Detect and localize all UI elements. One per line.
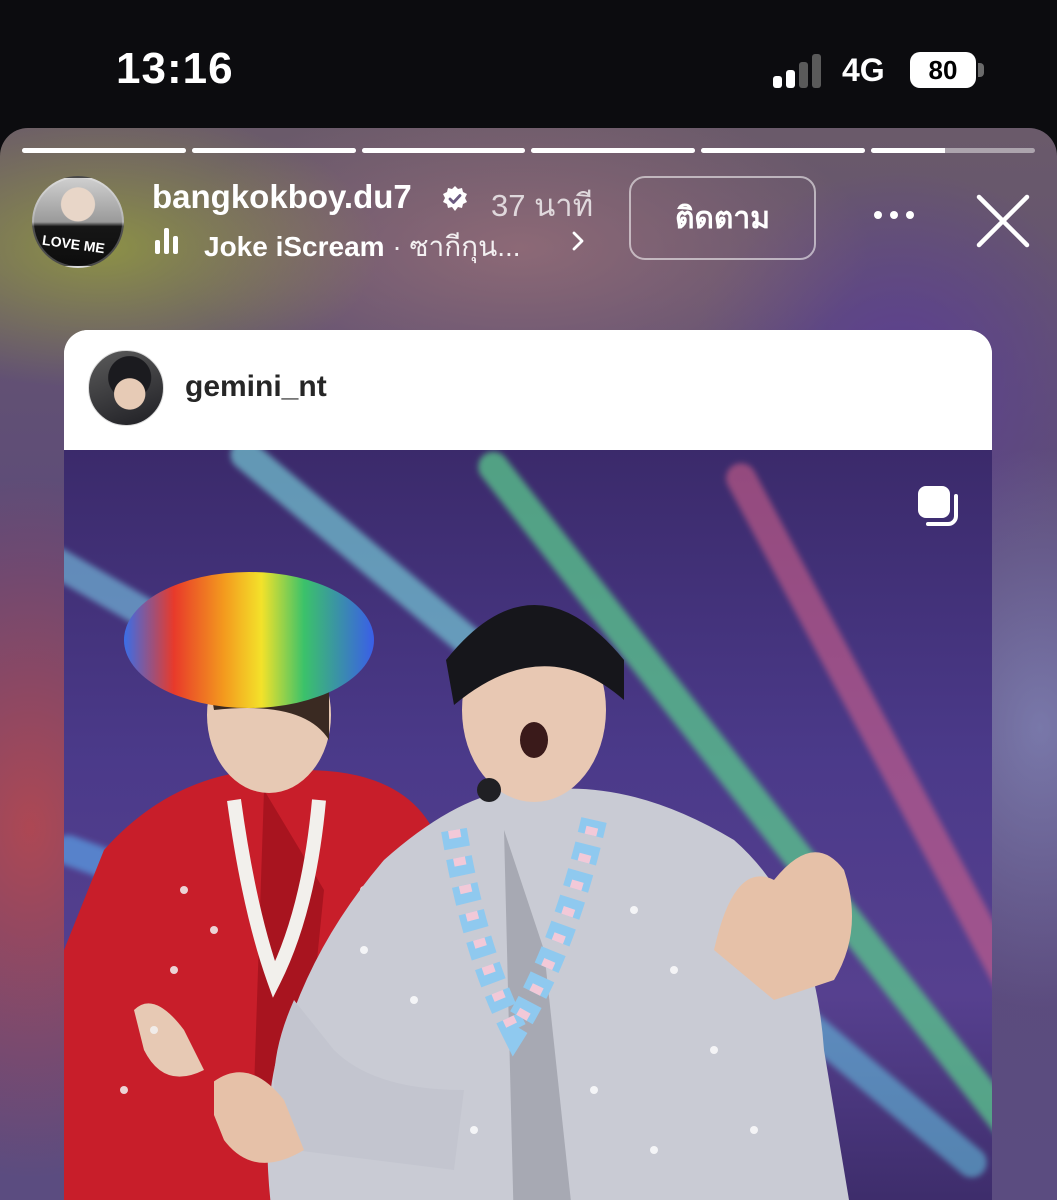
shared-post-card[interactable]: gemini_nt: [64, 330, 992, 1200]
shared-post-photo[interactable]: [64, 450, 992, 1200]
verified-badge-icon: [443, 186, 467, 211]
story-progress-fill: [22, 148, 186, 153]
story-progress-segment: [191, 148, 356, 153]
shared-post-username[interactable]: gemini_nt: [185, 370, 327, 404]
shared-post-avatar[interactable]: [88, 350, 164, 426]
status-time: 13:16: [116, 44, 234, 93]
chevron-right-icon[interactable]: [566, 227, 590, 255]
story-viewer[interactable]: LOVE ME bangkokboy.du7 37 นาที Joke iScr…: [0, 128, 1057, 1200]
avatar-shirt-text: LOVE ME: [41, 231, 106, 257]
story-progress-fill: [191, 148, 356, 153]
follow-button[interactable]: ติดตาม: [629, 176, 816, 260]
music-bars-icon: [155, 228, 185, 254]
story-progress-segment: [22, 148, 186, 153]
battery-tip: [978, 63, 984, 77]
story-progress-segment: [701, 148, 866, 153]
performer-silver-jacket-illustration: [214, 605, 852, 1200]
story-author-username[interactable]: bangkokboy.du7: [152, 178, 412, 216]
music-artist: Joke iScream: [204, 231, 385, 262]
music-separator: ·: [384, 231, 410, 262]
status-bar: 13:16 4G 80: [0, 0, 1057, 128]
close-icon[interactable]: [973, 191, 1033, 251]
story-progress-fill: [531, 148, 696, 153]
music-title: ซากีกุน...: [409, 231, 521, 262]
signal-strength-icon: [773, 52, 825, 88]
story-progress-bar: [22, 148, 1035, 154]
story-progress-segment: [531, 148, 696, 153]
story-progress-fill: [701, 148, 866, 153]
story-progress-fill: [871, 148, 945, 153]
network-type: 4G: [842, 52, 885, 88]
story-author-avatar[interactable]: LOVE ME: [32, 176, 124, 268]
story-time-ago: 37 นาที: [491, 188, 594, 223]
carousel-multiple-icon: [918, 486, 958, 526]
more-horizontal-icon[interactable]: [868, 208, 920, 222]
music-info[interactable]: Joke iScream · ซากีกุน...: [204, 225, 521, 269]
story-progress-segment: [361, 148, 526, 153]
battery-icon: 80: [910, 52, 976, 88]
shared-post-header: gemini_nt: [64, 330, 992, 450]
story-progress-fill: [361, 148, 526, 153]
story-progress-segment: [871, 148, 1035, 153]
battery-level: 80: [928, 55, 958, 85]
